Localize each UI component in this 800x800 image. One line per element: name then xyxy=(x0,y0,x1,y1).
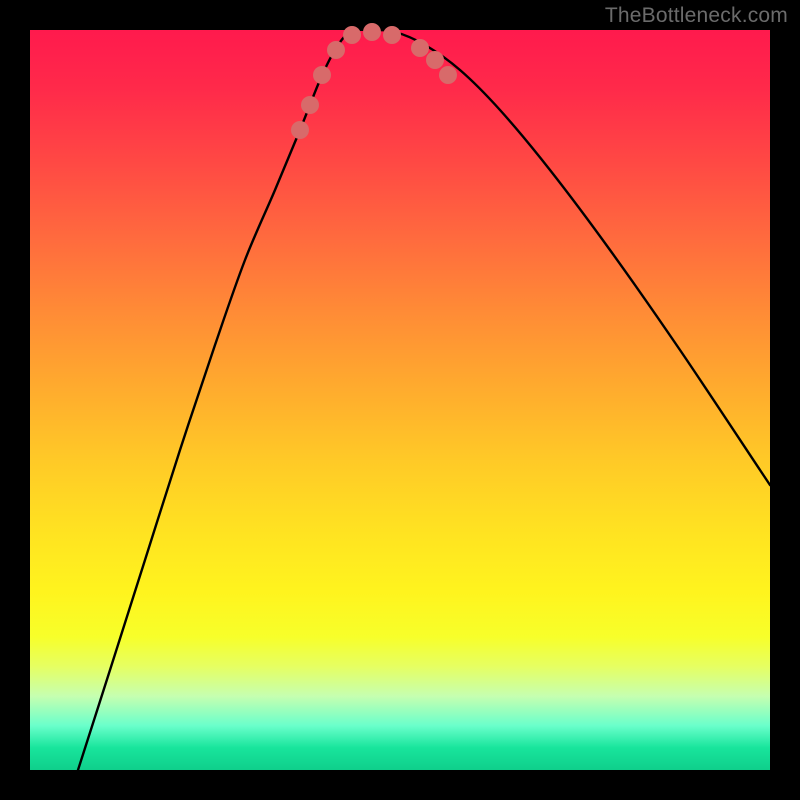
highlight-marker xyxy=(411,39,429,57)
highlight-marker xyxy=(439,66,457,84)
highlight-marker xyxy=(363,23,381,41)
chart-frame xyxy=(0,0,800,800)
highlight-marker xyxy=(426,51,444,69)
highlight-markers xyxy=(291,23,457,139)
watermark-text: TheBottleneck.com xyxy=(605,4,788,28)
highlight-marker xyxy=(327,41,345,59)
curve-layer xyxy=(30,30,770,770)
highlight-marker xyxy=(291,121,309,139)
plot-area xyxy=(30,30,770,770)
highlight-marker xyxy=(343,26,361,44)
highlight-marker xyxy=(301,96,319,114)
bottleneck-curve xyxy=(78,30,770,770)
highlight-marker xyxy=(313,66,331,84)
highlight-marker xyxy=(383,26,401,44)
